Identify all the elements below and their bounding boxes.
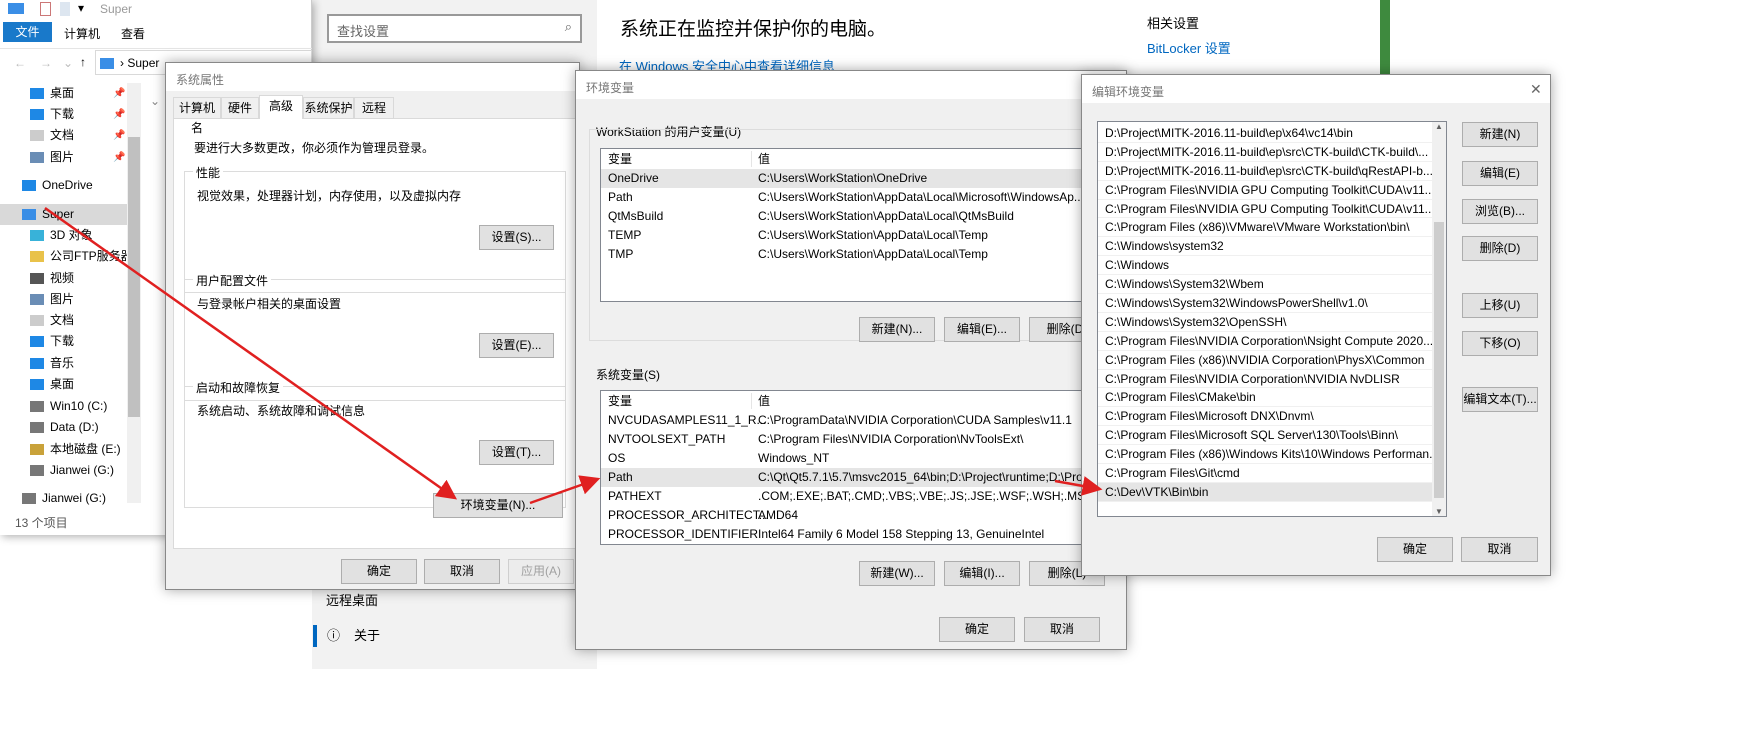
tab-1[interactable]: 硬件	[221, 97, 259, 119]
arrow-to-path-row	[529, 475, 601, 505]
arrow-to-new-entry	[1054, 476, 1103, 496]
tab-4[interactable]: 远程	[354, 97, 394, 119]
arrow-to-env-button	[44, 206, 458, 500]
tab-0[interactable]: 计算机名	[173, 97, 221, 135]
tab-3[interactable]: 系统保护	[303, 97, 354, 119]
tab-2[interactable]: 高级	[259, 95, 303, 119]
